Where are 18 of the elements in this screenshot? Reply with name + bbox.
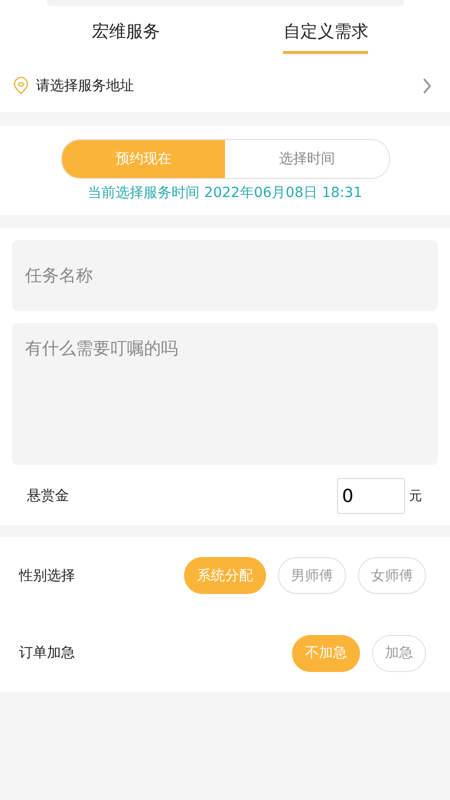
notes-field[interactable]: 有什么需要叮嘱的吗 (12, 323, 438, 465)
currency-unit: 元 (409, 488, 422, 505)
current-time-text: 当前选择服务时间 2022年06月08日 18:31 (88, 184, 362, 202)
task-name-field[interactable]: 任务名称 (12, 240, 438, 311)
tab[interactable]: 宏维服务 (92, 6, 160, 54)
choice-chip[interactable]: 加急 (372, 634, 426, 672)
location-pin-icon (12, 77, 30, 95)
chevron-right-icon[interactable] (422, 77, 432, 95)
choice-chip[interactable]: 女师傅 (358, 557, 426, 594)
option-label: 订单加急 (19, 644, 75, 662)
choice-chip[interactable]: 系统分配 (184, 557, 266, 594)
reward-label: 悬赏金 (27, 487, 70, 505)
segment-tab[interactable]: 预约现在 (62, 140, 225, 178)
choice-chip[interactable]: 男师傅 (278, 557, 346, 594)
choice-chip[interactable]: 不加急 (292, 634, 360, 672)
option-label: 性别选择 (19, 566, 75, 585)
tab[interactable]: 自定义需求 (283, 6, 368, 54)
reward-field[interactable]: 0 (337, 478, 405, 514)
